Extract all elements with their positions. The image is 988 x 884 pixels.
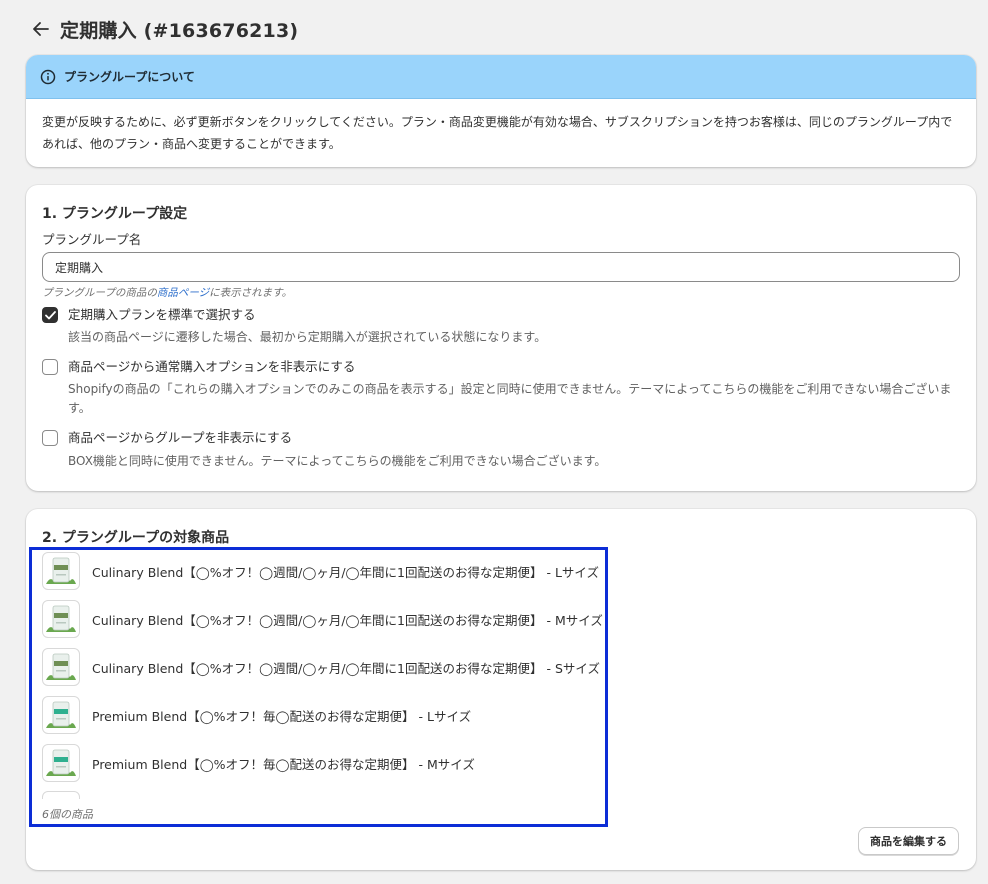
product-bag-icon xyxy=(46,557,76,584)
option-hide-group[interactable]: 商品ページからグループを非表示にする xyxy=(42,430,292,446)
product-row[interactable]: Premium Blend【◯%オフ！毎◯配送のお得な定期便】 - Lサイズ xyxy=(42,695,471,735)
hide-one-time-desc: Shopifyの商品の「これらの購入オプションでのみこの商品を表示する」設定と同… xyxy=(68,382,952,415)
product-page-link[interactable]: 商品ページ xyxy=(157,287,209,299)
product-thumbnail-partial xyxy=(42,791,80,799)
product-thumbnail xyxy=(42,648,80,686)
product-name: Culinary Blend【◯%オフ！◯週間/◯ヶ月/◯年間に1回配送のお得な… xyxy=(92,564,600,580)
product-thumbnail xyxy=(42,696,80,734)
banner-body: 変更が反映するために、必ず更新ボタンをクリックしてください。プラン・商品変更機能… xyxy=(42,115,953,151)
product-thumbnail xyxy=(42,744,80,782)
product-name: Premium Blend【◯%オフ！毎◯配送のお得な定期便】 - Mサイズ xyxy=(92,756,475,772)
checkmark-icon xyxy=(44,310,56,319)
product-bag-icon xyxy=(46,653,76,680)
product-name: Culinary Blend【◯%オフ！◯週間/◯ヶ月/◯年間に1回配送のお得な… xyxy=(92,612,603,628)
plan-group-name-input[interactable] xyxy=(42,252,960,282)
banner-header: プラングループについて xyxy=(26,55,976,99)
help-suffix: に表示されます。 xyxy=(209,287,293,299)
arrow-left-icon xyxy=(33,22,49,36)
help-prefix: プラングループの商品の xyxy=(42,287,157,299)
product-bag-icon xyxy=(46,749,76,776)
hide-group-checkbox[interactable] xyxy=(42,430,58,446)
product-row[interactable]: Culinary Blend【◯%オフ！◯週間/◯ヶ月/◯年間に1回配送のお得な… xyxy=(42,647,600,687)
default-subscription-label: 定期購入プランを標準で選択する xyxy=(68,307,256,322)
product-bag-icon xyxy=(46,605,76,632)
product-name: Culinary Blend【◯%オフ！◯週間/◯ヶ月/◯年間に1回配送のお得な… xyxy=(92,660,601,676)
default-subscription-desc: 該当の商品ページに遷移した場合、最初から定期購入が選択されている状態になります。 xyxy=(68,330,547,344)
product-bag-icon xyxy=(46,701,76,728)
settings-section-title: 1. プラングループ設定 xyxy=(42,206,188,222)
product-row[interactable]: Premium Blend【◯%オフ！毎◯配送のお得な定期便】 - Mサイズ xyxy=(42,743,475,783)
hide-one-time-label: 商品ページから通常購入オプションを非表示にする xyxy=(68,359,356,374)
product-thumbnail xyxy=(42,552,80,590)
hide-group-label: 商品ページからグループを非表示にする xyxy=(68,430,293,445)
page-title: 定期購入 (#163676213) xyxy=(60,19,299,42)
plan-group-settings-card: 1. プラングループ設定 プラングループ名 プラングループの商品の商品ページに表… xyxy=(26,185,976,491)
product-name: Premium Blend【◯%オフ！毎◯配送のお得な定期便】 - Lサイズ xyxy=(92,708,472,724)
edit-products-button[interactable]: 商品を編集する xyxy=(858,827,959,855)
option-hide-one-time[interactable]: 商品ページから通常購入オプションを非表示にする xyxy=(42,359,355,375)
info-banner: プラングループについて 変更が反映するために、必ず更新ボタンをクリックしてくださ… xyxy=(26,55,976,167)
back-button[interactable] xyxy=(30,18,52,40)
product-thumbnail xyxy=(42,600,80,638)
products-section-title: 2. プラングループの対象商品 xyxy=(42,530,230,546)
option-default-subscription[interactable]: 定期購入プランを標準で選択する xyxy=(42,307,256,323)
plan-group-name-label: プラングループ名 xyxy=(42,232,142,247)
product-count: 6個の商品 xyxy=(42,808,93,821)
plan-group-name-help: プラングループの商品の商品ページに表示されます。 xyxy=(42,285,292,300)
default-subscription-checkbox[interactable] xyxy=(42,307,58,323)
hide-group-desc: BOX機能と同時に使用できません。テーマによってこちらの機能をご利用できない場合… xyxy=(68,454,607,468)
hide-one-time-checkbox[interactable] xyxy=(42,359,58,375)
target-products-card: 2. プラングループの対象商品 Culinary Blend【◯%オフ！◯週間/… xyxy=(26,509,976,870)
page-header: 定期購入 (#163676213) xyxy=(30,14,298,44)
banner-title: プラングループについて xyxy=(64,70,195,84)
product-row[interactable]: Culinary Blend【◯%オフ！◯週間/◯ヶ月/◯年間に1回配送のお得な… xyxy=(42,551,599,591)
product-row[interactable]: Culinary Blend【◯%オフ！◯週間/◯ヶ月/◯年間に1回配送のお得な… xyxy=(42,599,603,639)
info-icon xyxy=(40,69,56,84)
